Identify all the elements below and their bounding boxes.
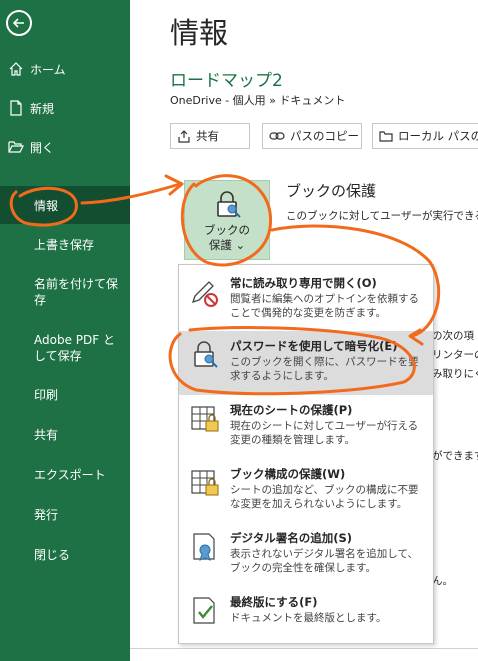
menu-item-add-digital-signature[interactable]: デジタル署名の追加(S) 表示されないデジタル署名を追加して、ブックの完全性を確… (179, 523, 433, 587)
sidebar-item-label: 名前を付けて保存 (34, 277, 119, 307)
background-text: ができます (432, 450, 478, 462)
sidebar-item-label: エクスポート (34, 467, 106, 482)
folder-open-icon (8, 141, 24, 153)
sidebar-item-label: Adobe PDF として保存 (34, 333, 115, 363)
menu-item-description: シートの追加など、ブックの構成に不要な変更を加えられないようにします。 (230, 484, 419, 510)
sheet-lock-icon (191, 406, 219, 432)
menu-item-title: 現在のシートの保護(P) (230, 403, 353, 417)
menu-item-mark-as-final[interactable]: 最終版にする(F) ドキュメントを最終版とします。 (179, 587, 433, 639)
document-name: ロードマップ2 (170, 71, 283, 91)
lock-key-icon (217, 191, 241, 218)
sidebar-item-label: 新規 (30, 101, 55, 116)
divider (130, 648, 478, 649)
menu-item-description: 表示されないデジタル署名を追加して、ブックの完全性を確保します。 (230, 548, 418, 574)
background-text: み取りにく (432, 368, 478, 380)
background-text: ん。 (432, 575, 453, 587)
sidebar-item-info[interactable]: 情報 (0, 186, 130, 224)
sidebar-item-label: 開く (30, 140, 55, 155)
sidebar-item-label: 共有 (34, 427, 59, 442)
sidebar-item-print[interactable]: 印刷 (0, 375, 130, 413)
sidebar-item-open[interactable]: 開く (0, 128, 130, 166)
menu-item-always-open-read-only[interactable]: 常に読み取り専用で開く(O) 閲覧者に編集へのオプトインを依頼することで偶発的な… (179, 268, 433, 332)
background-text: の次の項 (432, 330, 474, 342)
mark-final-icon (193, 597, 215, 624)
link-icon (269, 132, 285, 140)
sidebar-item-save-as-pdf[interactable]: Adobe PDF として保存 (0, 328, 126, 368)
sidebar-item-label: 情報 (34, 198, 59, 213)
share-icon (178, 130, 190, 143)
sidebar-item-label: ホーム (30, 62, 66, 77)
sidebar-item-close[interactable]: 閉じる (0, 535, 130, 573)
digital-signature-icon (193, 533, 215, 561)
sidebar-item-export[interactable]: エクスポート (0, 455, 130, 493)
new-document-icon (10, 100, 22, 116)
sidebar-item-home[interactable]: ホーム (0, 50, 130, 88)
menu-item-title: デジタル署名の追加(S) (230, 531, 353, 545)
back-button[interactable] (6, 10, 32, 36)
menu-item-protect-current-sheet[interactable]: 現在のシートの保護(P) 現在のシートに対してユーザーが行える変更の種類を管理し… (179, 395, 433, 459)
sidebar-item-publish[interactable]: 発行 (0, 495, 130, 533)
menu-item-encrypt-with-password[interactable]: パスワードを使用して暗号化(E) このブックを開く際に、パスワードを要求するよう… (179, 331, 433, 395)
sidebar-item-label: 閉じる (34, 547, 71, 562)
protect-workbook-label: ブックの 保護 ⌄ (185, 223, 269, 253)
protect-section-title: ブックの保護 (286, 182, 377, 200)
sidebar-item-new[interactable]: 新規 (0, 89, 130, 127)
menu-item-description: このブックを開く際に、パスワードを要求するようにします。 (230, 356, 419, 382)
menu-item-description: ドキュメントを最終版とします。 (230, 612, 387, 624)
protect-label-line1: ブックの (204, 223, 250, 237)
protect-workbook-button[interactable]: ブックの 保護 ⌄ (184, 180, 270, 260)
pencil-prohibited-icon (191, 281, 218, 307)
protect-workbook-menu: 常に読み取り専用で開く(O) 閲覧者に編集へのオプトインを依頼することで偶発的な… (178, 264, 434, 644)
sidebar-item-save-as[interactable]: 名前を付けて保存 (0, 272, 126, 312)
open-local-path-button-label: ローカル パスの (398, 129, 478, 143)
copy-path-button-label: パスのコピー (290, 129, 359, 143)
menu-item-protect-workbook-structure[interactable]: ブック構成の保護(W) シートの追加など、ブックの構成に不要な変更を加えられない… (179, 459, 433, 523)
menu-item-title: パスワードを使用して暗号化(E) (230, 339, 398, 353)
open-local-path-button[interactable]: ローカル パスの (372, 123, 478, 149)
folder-icon (379, 131, 393, 142)
protect-section-description: このブックに対してユーザーが実行できる変 (286, 210, 478, 222)
share-button-label: 共有 (196, 129, 219, 143)
copy-path-button[interactable]: パスのコピー (262, 123, 362, 149)
backstage-sidebar: ホーム 新規 開く 情報 上書き保存 名前を付けて保存 Adobe PDF とし… (0, 0, 130, 661)
menu-item-description: 現在のシートに対してユーザーが行える変更の種類を管理します。 (230, 420, 419, 446)
back-arrow-icon (12, 18, 24, 28)
home-icon (9, 62, 23, 76)
share-button[interactable]: 共有 (170, 123, 250, 149)
menu-item-description: 閲覧者に編集へのオプトインを依頼することで偶発的な変更を防ぎます。 (230, 293, 419, 319)
menu-item-title: ブック構成の保護(W) (230, 467, 346, 481)
page-title: 情報 (170, 16, 229, 50)
protect-label-line2: 保護 ⌄ (208, 238, 246, 252)
sidebar-item-label: 上書き保存 (34, 237, 95, 252)
workbook-structure-icon (191, 470, 219, 496)
menu-item-title: 常に読み取り専用で開く(O) (230, 276, 377, 290)
sidebar-item-share[interactable]: 共有 (0, 415, 130, 453)
lock-key-icon (194, 341, 218, 368)
sidebar-item-save[interactable]: 上書き保存 (0, 225, 130, 263)
sidebar-item-label: 印刷 (34, 387, 59, 402)
document-path: OneDrive - 個人用 » ドキュメント (170, 94, 346, 107)
sidebar-item-label: 発行 (34, 507, 59, 522)
menu-item-title: 最終版にする(F) (230, 595, 318, 609)
background-text: リンターの (432, 349, 478, 361)
